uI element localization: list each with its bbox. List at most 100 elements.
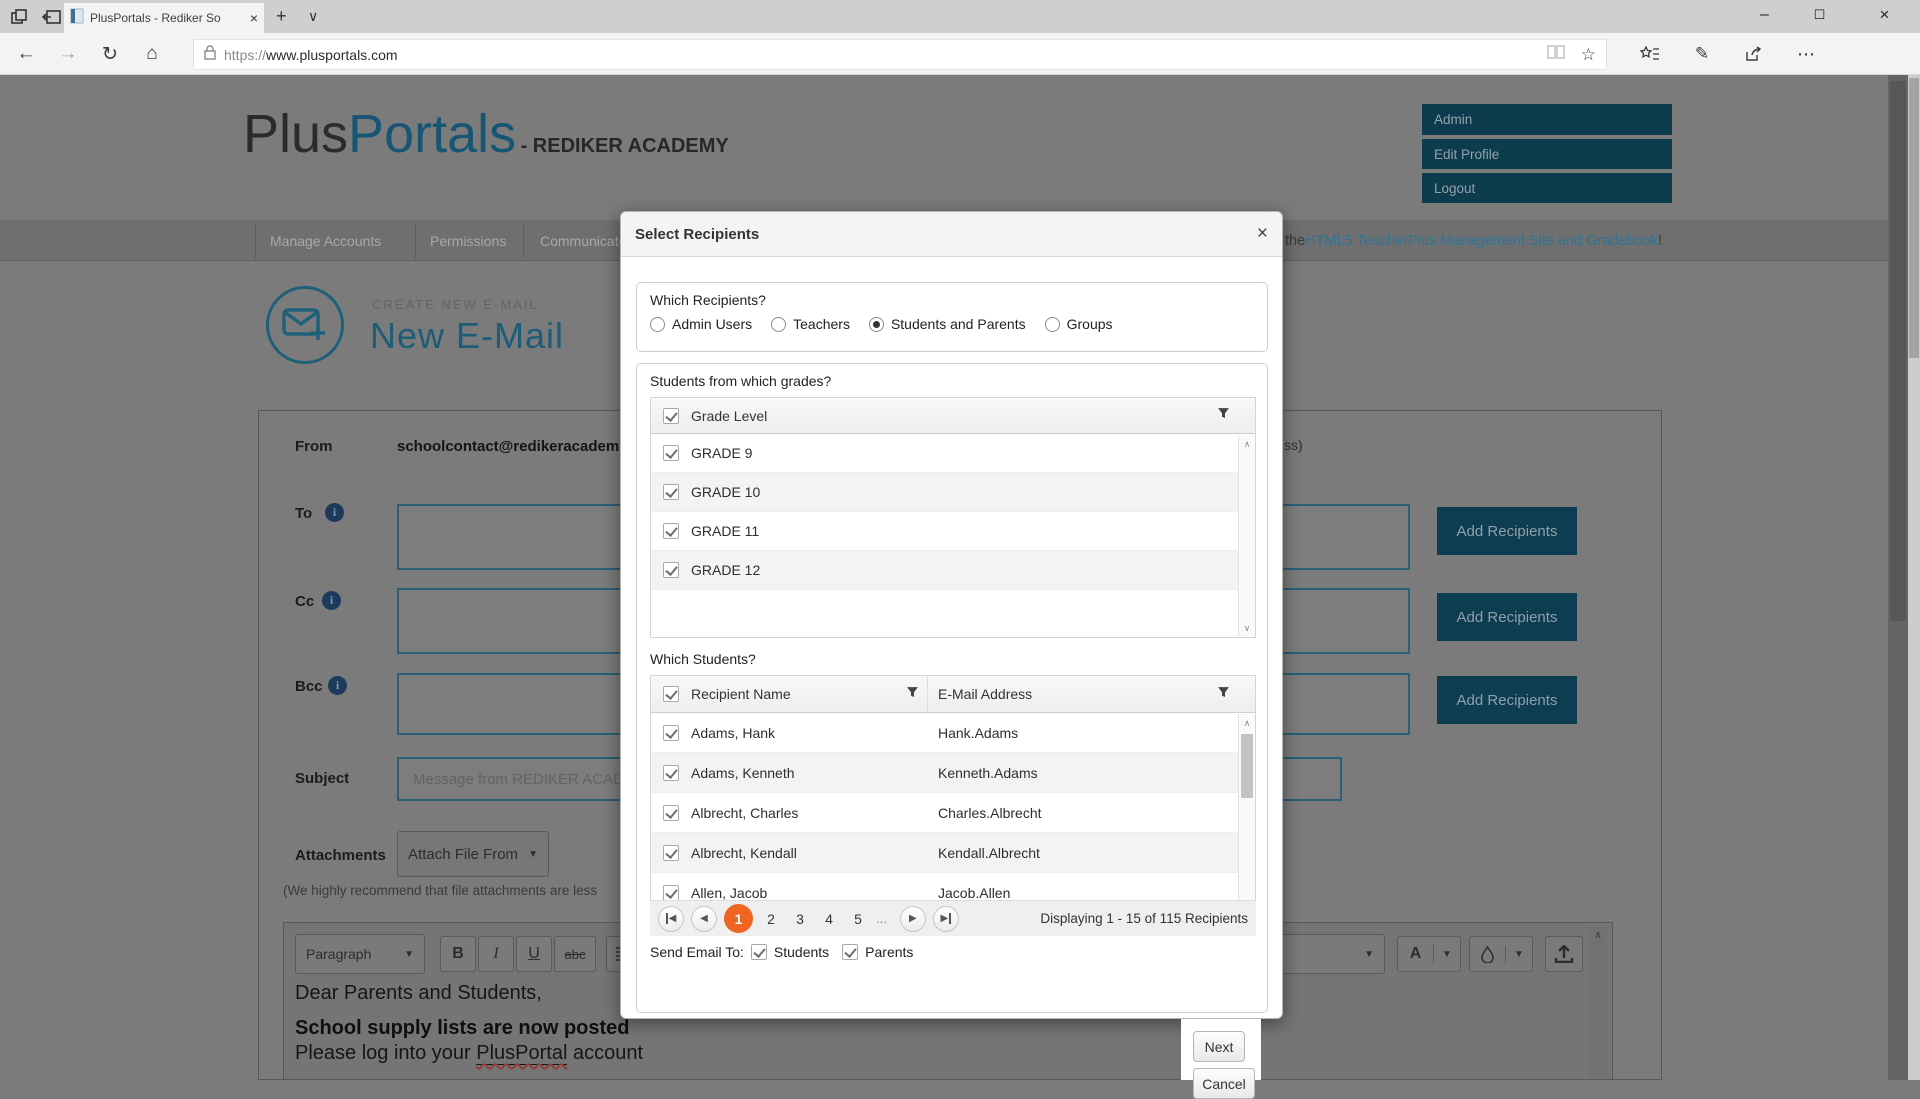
radio-groups-label[interactable]: Groups	[1067, 316, 1113, 332]
email-address-filter-icon[interactable]	[1217, 686, 1230, 702]
forward-icon[interactable]: →	[48, 34, 88, 74]
browser-scrollbar[interactable]	[1908, 75, 1920, 1080]
add-recipients-to-button[interactable]: Add Recipients	[1437, 507, 1577, 555]
students-scroll-up-icon[interactable]: ∧	[1239, 718, 1255, 729]
web-note-pen-icon[interactable]: ✎	[1682, 34, 1722, 74]
recipient-name-column-header[interactable]: Recipient Name	[691, 676, 928, 712]
student-row[interactable]: Adams, HankHank.Adams	[651, 713, 1255, 753]
send-parents-label[interactable]: Parents	[865, 944, 913, 960]
nav-communicate[interactable]: Communicate	[540, 220, 626, 262]
send-students-label[interactable]: Students	[774, 944, 829, 960]
send-students-checkbox[interactable]	[751, 944, 767, 960]
tab-close-icon[interactable]: ×	[250, 10, 258, 26]
browser-tab[interactable]: PlusPortals - Rediker So ×	[64, 3, 264, 33]
font-color-button[interactable]: A ▼	[1397, 936, 1461, 972]
pager-page-4[interactable]: 4	[818, 911, 840, 927]
more-options-icon[interactable]: ⋯	[1786, 34, 1826, 74]
highlight-color-button[interactable]: ▼	[1469, 936, 1533, 972]
radio-students-and-parents[interactable]	[869, 317, 884, 332]
grade-checkbox[interactable]	[663, 445, 679, 461]
set-aside-tabs-icon[interactable]	[10, 8, 28, 31]
pager-last-button[interactable]: ▶	[933, 906, 959, 932]
window-minimize-button[interactable]: –	[1742, 0, 1787, 30]
favorite-star-icon[interactable]: ☆	[1581, 45, 1596, 65]
page-scrollbar[interactable]	[1888, 75, 1908, 1080]
pager-page-2[interactable]: 2	[760, 911, 782, 927]
dialog-close-icon[interactable]: ×	[1257, 223, 1268, 245]
tabs-preview-icon[interactable]	[42, 8, 62, 31]
students-scrollbar-thumb[interactable]	[1241, 734, 1253, 798]
tab-list-chevron-icon[interactable]: ∨	[308, 8, 318, 25]
student-checkbox[interactable]	[663, 805, 679, 821]
student-row[interactable]: Albrecht, KendallKendall.Albrecht	[651, 833, 1255, 873]
underline-button[interactable]: U	[516, 936, 552, 972]
window-close-button[interactable]: ×	[1862, 0, 1907, 30]
send-parents-checkbox[interactable]	[842, 944, 858, 960]
cc-info-icon[interactable]: i	[322, 591, 341, 610]
grade-row[interactable]: GRADE 10	[651, 473, 1255, 512]
grade-checkbox[interactable]	[663, 484, 679, 500]
radio-teachers-label[interactable]: Teachers	[793, 316, 850, 332]
radio-groups[interactable]	[1045, 317, 1060, 332]
grades-scroll-up-icon[interactable]: ∧	[1239, 439, 1255, 450]
next-button[interactable]: Next	[1193, 1031, 1245, 1062]
hub-favorites-icon[interactable]	[1630, 34, 1670, 74]
font-color-caret-icon[interactable]: ▼	[1434, 949, 1460, 960]
share-icon[interactable]	[1734, 34, 1774, 74]
grade-row[interactable]: GRADE 11	[651, 512, 1255, 551]
editor-scroll-up-icon[interactable]: ∧	[1589, 926, 1607, 941]
refresh-icon[interactable]: ↻	[90, 34, 130, 74]
paragraph-select[interactable]: Paragraph ▼	[295, 934, 425, 974]
editor-scrollbar[interactable]: ∧	[1589, 926, 1607, 1076]
reading-view-icon[interactable]	[1547, 45, 1565, 64]
upload-image-icon[interactable]	[1545, 936, 1583, 972]
bold-button[interactable]: B	[440, 936, 476, 972]
nav-permissions[interactable]: Permissions	[430, 220, 506, 262]
menu-edit-profile[interactable]: Edit Profile	[1422, 139, 1672, 169]
pager-page-5[interactable]: 5	[847, 911, 869, 927]
grade-row[interactable]: GRADE 12	[651, 551, 1255, 590]
pager-first-button[interactable]: ◀	[658, 906, 684, 932]
students-select-all-checkbox[interactable]	[663, 686, 679, 702]
student-checkbox[interactable]	[663, 725, 679, 741]
back-icon[interactable]: ←	[6, 34, 46, 74]
radio-students-and-parents-label[interactable]: Students and Parents	[891, 316, 1026, 332]
student-row[interactable]: Adams, KennethKenneth.Adams	[651, 753, 1255, 793]
address-bar[interactable]: https://www.plusportals.com ☆	[193, 39, 1607, 70]
radio-teachers[interactable]	[771, 317, 786, 332]
grade-checkbox[interactable]	[663, 562, 679, 578]
student-checkbox[interactable]	[663, 765, 679, 781]
radio-admin-users-label[interactable]: Admin Users	[672, 316, 752, 332]
recipient-name-filter-icon[interactable]	[906, 686, 919, 702]
add-recipients-bcc-button[interactable]: Add Recipients	[1437, 676, 1577, 724]
grade-row[interactable]: GRADE 9	[651, 434, 1255, 473]
attach-file-from-button[interactable]: Attach File From ▼	[397, 831, 549, 877]
email-address-column-header[interactable]: E-Mail Address	[928, 676, 1238, 712]
pager-page-3[interactable]: 3	[789, 911, 811, 927]
grade-level-column-header[interactable]: Grade Level	[691, 408, 1217, 424]
grades-scrollbar[interactable]: ∧ ∨	[1238, 435, 1255, 638]
pager-page-current[interactable]: 1	[724, 904, 753, 933]
nav-manage-accounts[interactable]: Manage Accounts	[270, 220, 381, 262]
change-email-fragment[interactable]: ss)	[1284, 437, 1303, 453]
pager-prev-button[interactable]: ◀	[691, 906, 717, 932]
highlight-caret-icon[interactable]: ▼	[1506, 949, 1532, 960]
page-scrollbar-thumb[interactable]	[1890, 81, 1906, 621]
add-recipients-cc-button[interactable]: Add Recipients	[1437, 593, 1577, 641]
to-info-icon[interactable]: i	[325, 503, 344, 522]
pager-next-button[interactable]: ▶	[900, 906, 926, 932]
bcc-info-icon[interactable]: i	[328, 676, 347, 695]
menu-logout[interactable]: Logout	[1422, 173, 1672, 203]
announcement-link[interactable]: HTML5 TeacherPlus Management Site and Gr…	[1305, 233, 1658, 249]
grades-scroll-down-icon[interactable]: ∨	[1239, 623, 1255, 634]
italic-button[interactable]: I	[478, 936, 514, 972]
new-tab-button[interactable]: +	[276, 6, 287, 27]
strikethrough-button[interactable]: abc	[554, 936, 596, 972]
home-icon[interactable]: ⌂	[132, 34, 172, 74]
student-row[interactable]: Albrecht, CharlesCharles.Albrecht	[651, 793, 1255, 833]
student-checkbox[interactable]	[663, 885, 679, 901]
menu-admin[interactable]: Admin	[1422, 104, 1672, 135]
browser-scrollbar-thumb[interactable]	[1909, 78, 1919, 358]
radio-admin-users[interactable]	[650, 317, 665, 332]
student-checkbox[interactable]	[663, 845, 679, 861]
